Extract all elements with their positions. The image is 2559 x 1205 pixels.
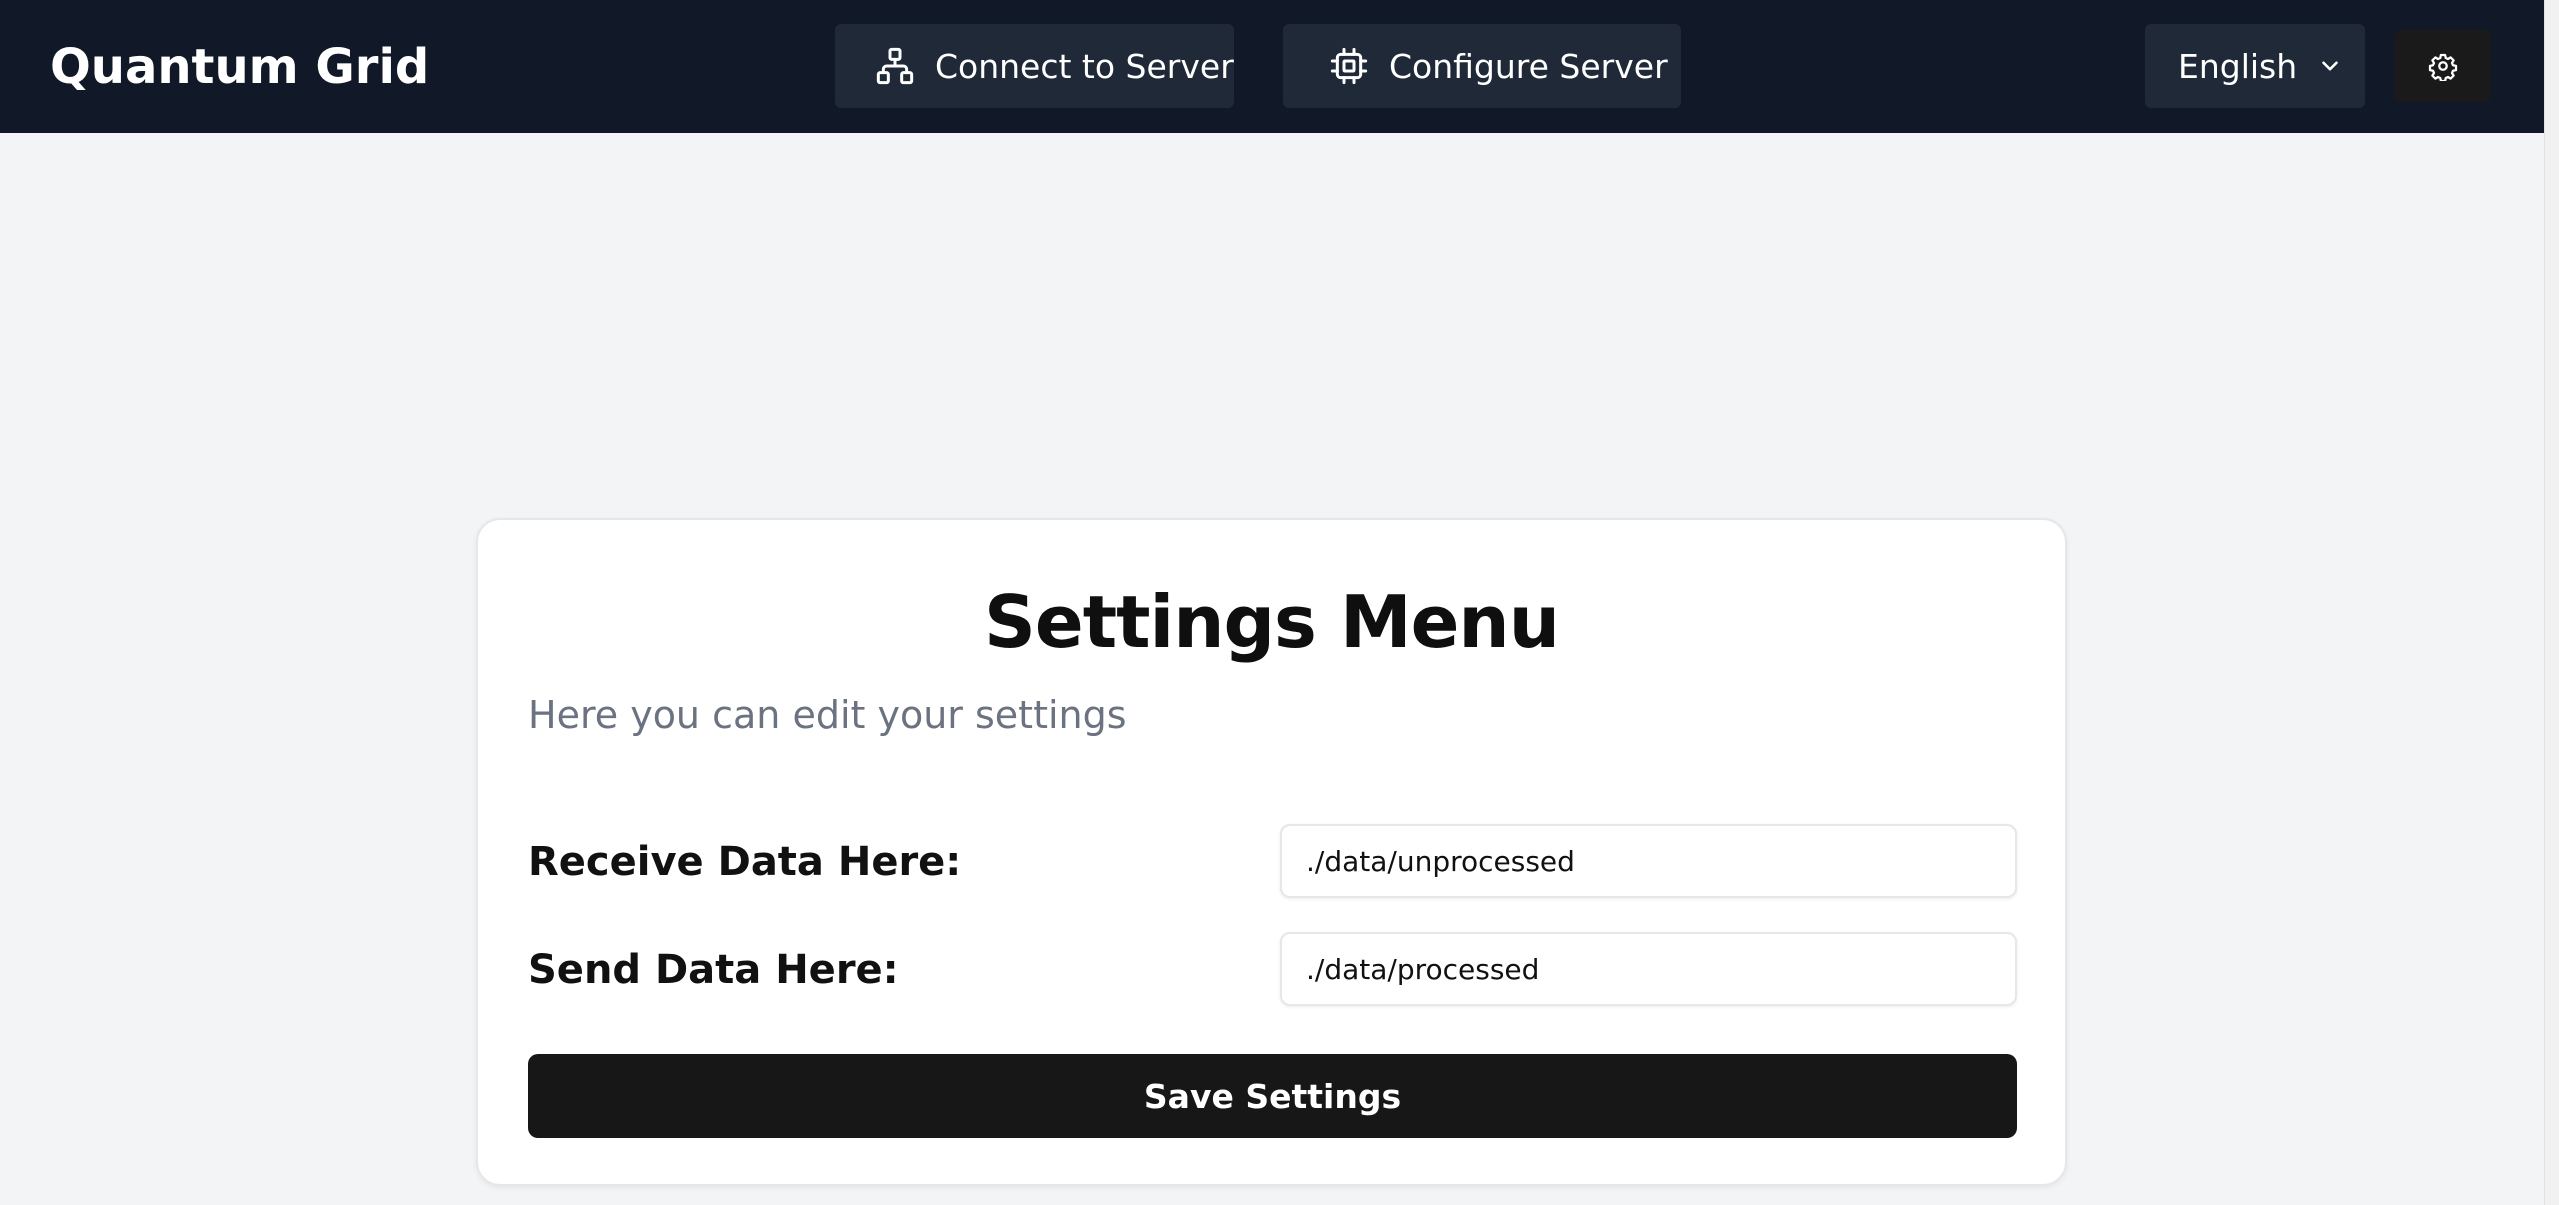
connect-to-server-button[interactable]: Connect to Server xyxy=(835,24,1234,108)
settings-subtitle: Here you can edit your settings xyxy=(528,693,1127,737)
cpu-chip-icon xyxy=(1329,46,1369,86)
settings-button[interactable] xyxy=(2395,30,2491,102)
brand-title: Quantum Grid xyxy=(50,39,430,95)
settings-title: Settings Menu xyxy=(984,580,1560,664)
settings-card: Settings Menu Here you can edit your set… xyxy=(476,518,2067,1186)
send-data-label: Send Data Here: xyxy=(528,947,899,993)
save-settings-button[interactable]: Save Settings xyxy=(528,1054,2017,1138)
configure-server-button[interactable]: Configure Server xyxy=(1283,24,1681,108)
top-navbar: Quantum Grid Connect to Server Configure… xyxy=(0,0,2544,133)
receive-data-label: Receive Data Here: xyxy=(528,839,962,885)
gear-icon xyxy=(2428,51,2458,81)
language-select[interactable]: English xyxy=(2145,24,2365,108)
configure-server-label: Configure Server xyxy=(1389,46,1668,86)
receive-data-input[interactable] xyxy=(1280,824,2017,898)
send-data-input[interactable] xyxy=(1280,932,2017,1006)
network-icon xyxy=(875,46,915,86)
connect-to-server-label: Connect to Server xyxy=(935,46,1234,86)
chevron-down-icon xyxy=(2317,53,2343,79)
language-selected-value: English xyxy=(2178,46,2298,86)
page: Quantum Grid Connect to Server Configure… xyxy=(0,0,2559,1205)
vertical-scrollbar[interactable] xyxy=(2544,0,2559,1205)
